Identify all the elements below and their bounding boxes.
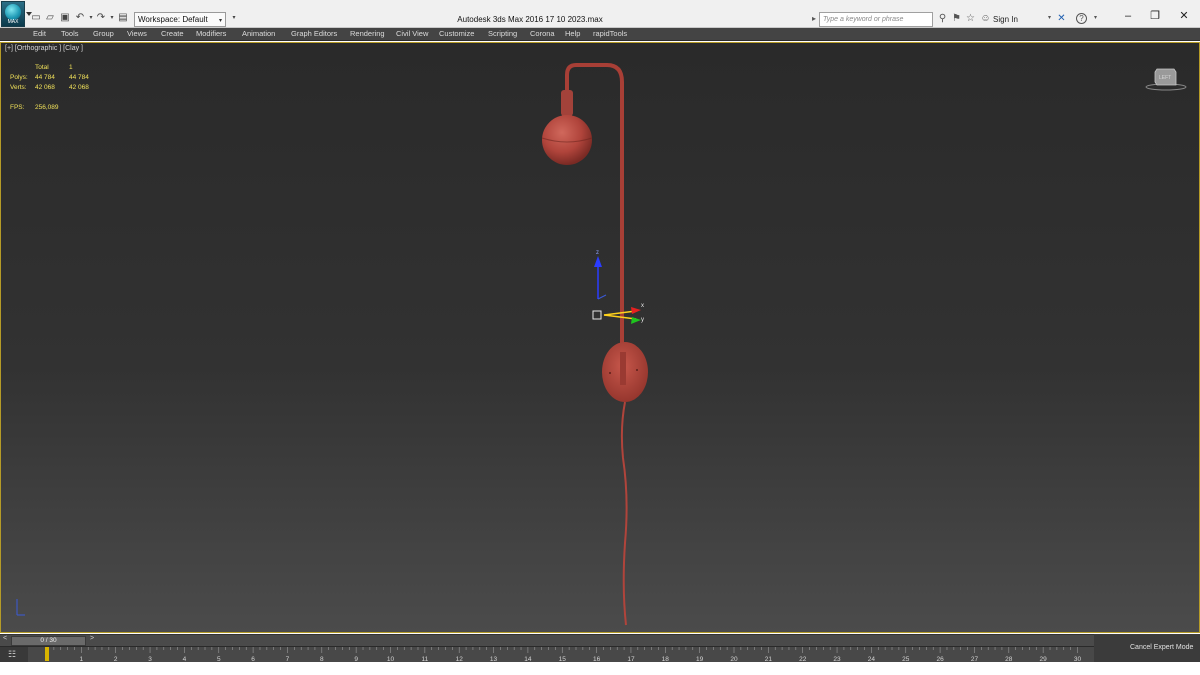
new-file-icon[interactable]: ▭ — [31, 13, 41, 23]
application-button[interactable]: MAX — [1, 1, 25, 27]
gizmo-z-arrow — [594, 256, 602, 267]
menu-bar: Edit Tools Group Views Create Modifiers … — [0, 28, 1200, 41]
chevron-down-icon: ▾ — [218, 18, 222, 24]
gizmo-small-axis — [597, 294, 607, 300]
viewcube-face-label: LEFT — [1159, 75, 1171, 81]
gizmo-x-arrow — [631, 307, 641, 314]
time-slider-thumb[interactable]: 0 / 30 — [11, 636, 86, 646]
favorites-star-icon[interactable]: ☆ — [965, 13, 976, 24]
gizmo-y-arrow — [631, 317, 641, 324]
menu-graph-editors[interactable]: Graph Editors — [291, 29, 337, 38]
track-bar[interactable]: ☷ 1 2 3 4 5 6 7 8 9 10 11 12 13 14 15 16 17 18 19 20 21 22 23 2… — [0, 646, 1094, 663]
app-button-label: MAX — [7, 19, 19, 25]
menu-tools[interactable]: Tools — [61, 29, 79, 38]
project-folder-icon[interactable]: ▤ — [118, 13, 128, 23]
gizmo-x-label: x — [641, 303, 644, 309]
transform-gizmo[interactable]: z x y — [592, 250, 644, 324]
time-slider[interactable]: < 0 / 30 > — [0, 634, 1200, 646]
search-expand-icon[interactable]: ▸ — [812, 14, 816, 23]
screw-left — [609, 372, 611, 374]
workspace-value: Workspace: Default — [138, 15, 208, 24]
frame-ruler[interactable]: 1 2 3 4 5 6 7 8 9 10 11 12 13 14 15 16 17 18 19 20 21 22 23 24 2… — [28, 647, 1094, 663]
mini-curve-editor-icon[interactable]: ☷ — [6, 649, 18, 660]
exchange-apps-icon[interactable]: ✕ — [1056, 13, 1067, 24]
sign-in-dropdown-icon[interactable]: ▾ — [1044, 13, 1055, 24]
menu-help[interactable]: Help — [565, 29, 580, 38]
close-button[interactable]: ✕ — [1172, 8, 1196, 24]
screw-right — [636, 369, 638, 371]
menu-edit[interactable]: Edit — [33, 29, 46, 38]
menu-civil-view[interactable]: Civil View — [396, 29, 428, 38]
search-input[interactable]: Type a keyword or phrase — [819, 12, 933, 27]
lamp-plate-collar — [620, 352, 626, 385]
binoculars-icon[interactable]: ⚲ — [937, 13, 948, 24]
menu-views[interactable]: Views — [127, 29, 147, 38]
menu-create[interactable]: Create — [161, 29, 184, 38]
restore-button[interactable]: ❐ — [1143, 8, 1167, 24]
menu-scripting[interactable]: Scripting — [488, 29, 517, 38]
orthographic-viewport[interactable]: [+] [Orthographic ] [Clay ] Total 1 Poly… — [0, 42, 1200, 633]
help-dropdown-icon[interactable]: ▾ — [1090, 13, 1101, 24]
minimize-button[interactable]: – — [1116, 8, 1140, 24]
undo-icon[interactable]: ↶ — [75, 13, 85, 23]
previous-frame-button[interactable]: < — [3, 635, 7, 642]
menu-animation[interactable]: Animation — [242, 29, 275, 38]
user-icon[interactable]: ☺ — [980, 13, 991, 24]
menu-rapidtools[interactable]: rapidTools — [593, 29, 627, 38]
workspace-selector[interactable]: Workspace: Default ▾ — [134, 12, 226, 27]
menu-modifiers[interactable]: Modifiers — [196, 29, 226, 38]
window-title: Autodesk 3ds Max 2016 17 10 2023.max — [457, 15, 603, 24]
open-file-icon[interactable]: ▱ — [45, 13, 55, 23]
menu-rendering[interactable]: Rendering — [350, 29, 385, 38]
title-bar: MAX ▭ ▱ ▣ ↶ ▾ ↷ ▾ ▤ Workspace: Default ▾… — [0, 0, 1200, 28]
gizmo-pivot-box — [592, 310, 602, 320]
current-frame-marker[interactable] — [45, 647, 49, 661]
menu-customize[interactable]: Customize — [439, 29, 474, 38]
lamp-socket — [561, 90, 573, 116]
save-file-icon[interactable]: ▣ — [60, 13, 70, 23]
customize-toolbar-icon[interactable]: ▾ — [229, 13, 239, 23]
bottom-strip — [0, 662, 1200, 675]
app-logo-icon — [5, 4, 21, 20]
gizmo-z-label: z — [596, 250, 599, 256]
communication-center-icon[interactable]: ⚑ — [951, 13, 962, 24]
gizmo-y-label: y — [641, 317, 644, 323]
scene-canvas: z x y — [16, 63, 648, 626]
wall-lamp-model[interactable] — [541, 63, 648, 626]
redo-dropdown-icon[interactable]: ▾ — [107, 13, 117, 23]
cancel-expert-mode-button[interactable]: Cancel Expert Mode — [1130, 644, 1193, 651]
menu-corona[interactable]: Corona — [530, 29, 555, 38]
undo-dropdown-icon[interactable]: ▾ — [86, 13, 96, 23]
next-frame-button[interactable]: > — [90, 635, 94, 642]
lamp-arm — [565, 63, 624, 91]
redo-icon[interactable]: ↷ — [96, 13, 106, 23]
viewcube[interactable]: LEFT — [1145, 65, 1187, 93]
lamp-cable — [620, 401, 628, 626]
world-axis-tripod — [16, 599, 25, 616]
menu-group[interactable]: Group — [93, 29, 114, 38]
sign-in-link[interactable]: Sign In — [993, 15, 1018, 24]
help-icon[interactable]: ? — [1076, 13, 1087, 24]
